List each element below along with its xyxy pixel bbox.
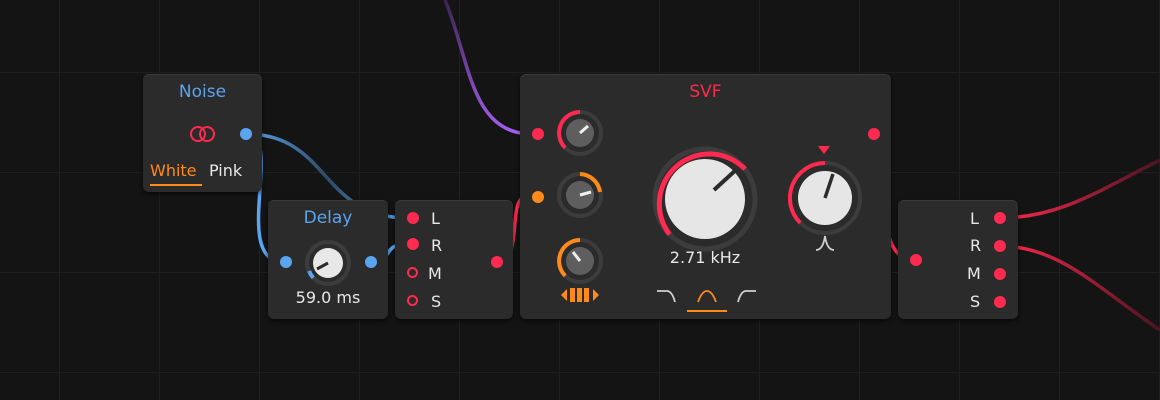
output-input-port[interactable] (910, 254, 922, 266)
midside-module[interactable]: L R M S (395, 200, 513, 319)
midside-label-m: M (428, 264, 442, 283)
svf-cutoff-value: 2.71 kHz (669, 248, 741, 267)
filter-lowpass-icon[interactable] (656, 288, 678, 306)
svf-output-port[interactable] (868, 128, 880, 140)
midside-input-r[interactable] (407, 238, 419, 250)
stereo-link-icon[interactable] (189, 124, 217, 144)
midside-label-r: R (431, 236, 443, 255)
output-port-m[interactable] (994, 268, 1006, 280)
midside-input-l[interactable] (407, 212, 419, 224)
delay-time-knob[interactable] (303, 238, 353, 288)
delay-time-value: 59.0 ms (295, 288, 361, 307)
output-port-r[interactable] (994, 240, 1006, 252)
output-module[interactable]: L R M S (898, 200, 1018, 319)
output-port-s[interactable] (994, 296, 1006, 308)
filter-highpass-icon[interactable] (736, 288, 758, 306)
output-label-l: L (970, 209, 979, 228)
noise-mode-white[interactable]: White (150, 161, 197, 180)
keyboard-tracking-icon[interactable] (560, 286, 600, 304)
cable-output-r-out[interactable] (999, 244, 1160, 332)
noise-output-port[interactable] (240, 128, 252, 140)
midside-port-s[interactable] (407, 295, 418, 306)
delay-module[interactable]: Delay 59.0 ms (268, 200, 388, 319)
output-port-l[interactable] (994, 212, 1006, 224)
output-label-r: R (970, 236, 982, 255)
noise-mode-pink[interactable]: Pink (209, 161, 242, 180)
resonance-peak-icon (815, 235, 835, 251)
midside-port-m[interactable] (407, 267, 418, 278)
noise-module[interactable]: Noise White Pink (143, 74, 262, 192)
svf-input-port-2[interactable] (532, 191, 544, 203)
midside-label-l: L (431, 209, 440, 228)
midside-label-s: S (431, 292, 442, 311)
svf-input-port-1[interactable] (532, 128, 544, 140)
svf-title: SVF (689, 82, 722, 102)
noise-mode-selected-indicator (150, 184, 202, 186)
cable-output-l-out[interactable] (999, 158, 1160, 220)
output-label-m: M (967, 264, 981, 283)
delay-output-port[interactable] (365, 256, 377, 268)
delay-input-port[interactable] (280, 256, 292, 268)
cable-purple-to-svf[interactable] (443, 0, 529, 136)
delay-title: Delay (303, 208, 353, 228)
svf-module[interactable]: SVF 2.71 kHz (520, 74, 891, 319)
noise-title: Noise (178, 82, 227, 102)
svf-resonance-knob[interactable] (785, 158, 865, 238)
svf-modulation-knob[interactable] (555, 170, 605, 220)
filter-mode-selected-indicator (687, 310, 727, 312)
midside-output-port[interactable] (491, 256, 503, 268)
filter-bandpass-icon[interactable] (696, 288, 718, 306)
svf-resonance-indicator (818, 146, 830, 154)
svf-keytrack-knob[interactable] (555, 236, 605, 286)
svf-cutoff-knob[interactable] (650, 144, 760, 254)
svf-input-gain-knob[interactable] (555, 108, 605, 158)
output-label-s: S (970, 292, 981, 311)
